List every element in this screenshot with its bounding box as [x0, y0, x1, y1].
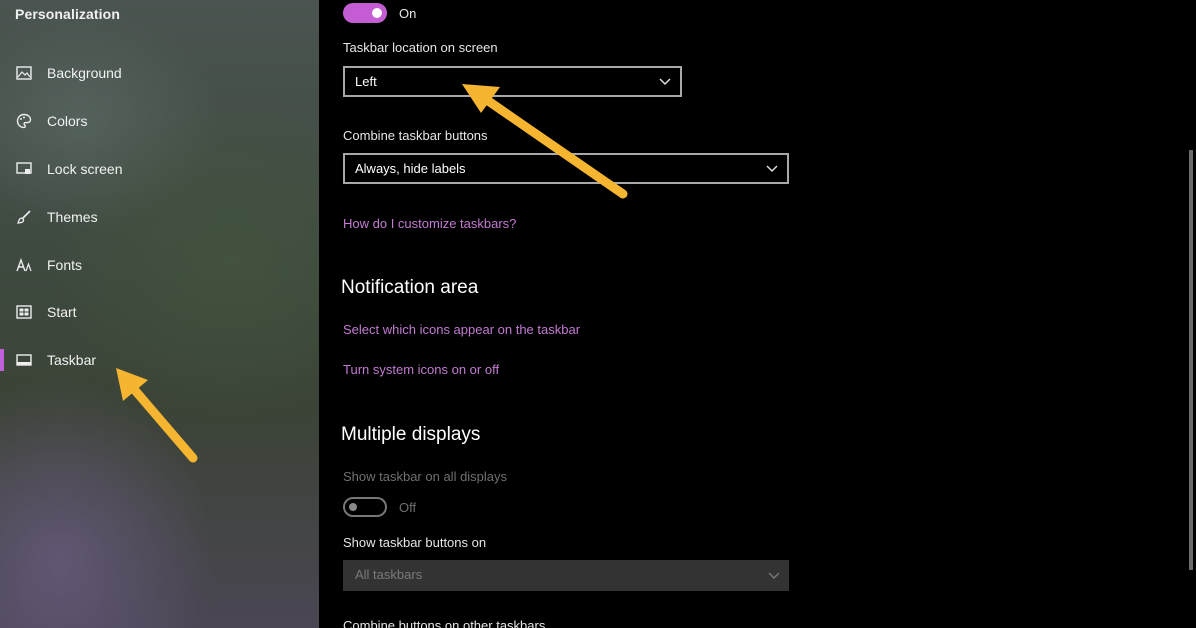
- customize-taskbars-link[interactable]: How do I customize taskbars?: [343, 216, 516, 231]
- buttons-on-value: All taskbars: [355, 567, 423, 582]
- sidebar-item-start[interactable]: Start: [0, 292, 319, 332]
- combine-buttons-value: Always, hide labels: [355, 161, 466, 176]
- start-icon: [15, 304, 33, 320]
- taskbar-location-value: Left: [355, 74, 377, 89]
- sidebar-item-label: Start: [47, 304, 77, 320]
- sidebar-item-taskbar[interactable]: Taskbar: [0, 340, 319, 380]
- multiple-displays-heading: Multiple displays: [341, 424, 481, 445]
- sidebar-item-label: Taskbar: [47, 352, 97, 368]
- notification-area-heading: Notification area: [341, 277, 479, 298]
- settings-content: On Taskbar location on screen Left Combi…: [319, 0, 1196, 628]
- taskbar-icon: [15, 352, 33, 368]
- fonts-icon: [15, 257, 33, 273]
- show-all-displays-label: Show taskbar on all displays: [343, 469, 508, 484]
- system-icons-link[interactable]: Turn system icons on or off: [343, 362, 499, 377]
- show-all-displays-state: Off: [399, 500, 417, 515]
- sidebar-item-colors[interactable]: Colors: [0, 101, 319, 141]
- image-icon: [15, 65, 33, 81]
- sidebar-title: Personalization: [15, 6, 120, 22]
- combine-buttons-label: Combine taskbar buttons: [343, 128, 488, 143]
- sidebar: Personalization Background Colors Lock s…: [0, 0, 319, 628]
- combine-other-label: Combine buttons on other taskbars: [343, 618, 546, 628]
- buttons-on-label: Show taskbar buttons on: [343, 535, 487, 550]
- show-all-displays-toggle[interactable]: [343, 497, 387, 517]
- sidebar-item-lock-screen[interactable]: Lock screen: [0, 149, 319, 189]
- sidebar-item-fonts[interactable]: Fonts: [0, 245, 319, 285]
- active-indicator: [0, 349, 4, 371]
- taskbar-location-label: Taskbar location on screen: [343, 40, 498, 55]
- taskbar-location-dropdown[interactable]: Left: [343, 66, 682, 97]
- sidebar-item-label: Lock screen: [47, 161, 123, 177]
- sidebar-item-themes[interactable]: Themes: [0, 197, 319, 237]
- lock-screen-icon: [15, 161, 33, 177]
- sidebar-item-label: Fonts: [47, 257, 83, 273]
- buttons-on-dropdown[interactable]: All taskbars: [343, 560, 789, 591]
- sidebar-item-background[interactable]: Background: [0, 53, 319, 93]
- chevron-down-icon: [766, 165, 778, 173]
- scrollbar[interactable]: [1189, 150, 1193, 570]
- combine-buttons-dropdown[interactable]: Always, hide labels: [343, 153, 789, 184]
- select-icons-link[interactable]: Select which icons appear on the taskbar: [343, 322, 580, 337]
- top-toggle-state: On: [399, 6, 417, 21]
- palette-icon: [15, 113, 33, 129]
- chevron-down-icon: [768, 572, 780, 580]
- top-toggle-switch[interactable]: [343, 3, 387, 23]
- chevron-down-icon: [659, 78, 671, 86]
- sidebar-item-label: Themes: [47, 209, 98, 225]
- sidebar-item-label: Background: [47, 65, 122, 81]
- themes-brush-icon: [15, 209, 33, 225]
- sidebar-item-label: Colors: [47, 113, 88, 129]
